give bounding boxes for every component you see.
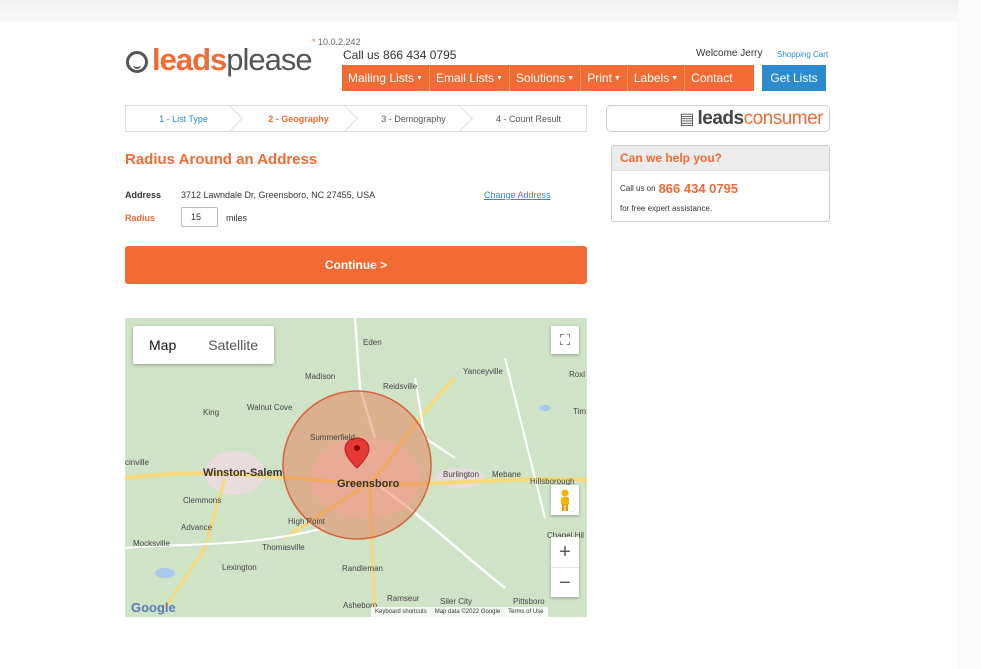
help-callus-text: Call us on <box>620 184 656 193</box>
help-phone[interactable]: 866 434 0795 <box>659 181 739 196</box>
scrollbar-track[interactable] <box>958 0 981 669</box>
map-label-randleman: Randleman <box>342 564 383 573</box>
ip-value: 10.0.2.242 <box>318 37 361 47</box>
map-label-advance: Advance <box>181 523 213 532</box>
document-icon: ▤ <box>679 110 695 128</box>
zoom-control: + − <box>551 537 579 597</box>
ip-star: * <box>312 37 316 47</box>
step-list-type[interactable]: 1 - List Type <box>126 106 241 131</box>
road-east <box>504 357 546 519</box>
map-label-madison: Madison <box>305 372 336 381</box>
nav-label: Solutions <box>515 71 566 85</box>
logo-leads: leads <box>152 42 227 77</box>
nav-print[interactable]: Print ▼ <box>581 65 628 91</box>
map-label-mocksville: Mocksville <box>133 539 170 548</box>
help-title: Can we help you? <box>612 146 829 171</box>
lake <box>539 405 551 411</box>
get-lists-button[interactable]: Get Lists <box>762 65 826 91</box>
map-label-summerfield: Summerfield <box>310 433 355 442</box>
map-label-tim: Tim <box>573 407 587 416</box>
map-label-walnut-cove: Walnut Cove <box>247 403 293 412</box>
continue-button[interactable]: Continue > <box>125 246 587 284</box>
map-data-text: Map data ©2022 Google <box>434 609 501 615</box>
zoom-out-icon[interactable]: − <box>551 568 579 598</box>
map-label-lexington: Lexington <box>222 563 257 572</box>
map-label-ramseur: Ramseur <box>387 594 420 603</box>
header-callus: Call us 866 434 0795 <box>343 48 457 62</box>
terms-of-use-link[interactable]: Terms of Use <box>508 609 543 615</box>
caret-down-icon: ▼ <box>567 74 575 82</box>
fullscreen-icon[interactable]: ⛶ <box>551 326 579 354</box>
pegman-icon[interactable] <box>551 485 579 515</box>
leadsconsumer-banner[interactable]: ▤ leadsconsumer <box>606 105 830 132</box>
nav-email-lists[interactable]: Email Lists ▼ <box>430 65 510 91</box>
help-assistance: for free expert assistance. <box>620 204 713 213</box>
caret-down-icon: ▼ <box>495 74 503 82</box>
map-type-satellite-button[interactable]: Satellite <box>192 326 274 364</box>
logo-text: leadsplease <box>152 42 313 78</box>
map-type-map-button[interactable]: Map <box>133 326 192 364</box>
nav-label: Mailing Lists <box>348 71 415 85</box>
map-label-siler-city: Siler City <box>440 597 473 606</box>
ip-address: * 10.0.2.242 <box>312 37 361 47</box>
consumer-leads: leads <box>697 107 744 129</box>
map-label-cinville: cinville <box>125 458 150 467</box>
keyboard-shortcuts-link[interactable]: Keyboard shortcuts <box>375 609 427 615</box>
change-address-link[interactable]: Change Address <box>484 190 551 200</box>
caret-down-icon: ▼ <box>671 74 679 82</box>
map-label-winston-salem: Winston-Salem <box>203 467 283 479</box>
map-attribution: Keyboard shortcuts Map data ©2022 Google… <box>371 607 548 617</box>
caret-down-icon: ▼ <box>416 74 423 82</box>
nav-label: Email Lists <box>435 71 494 85</box>
address-value: 3712 Lawndale Dr, Greensboro, NC 27455, … <box>181 190 376 200</box>
step-geography[interactable]: 2 - Geography <box>241 106 356 131</box>
map-label-burlington: Burlington <box>443 470 480 479</box>
map-label-greensboro: Greensboro <box>337 478 400 490</box>
step-count-result[interactable]: 4 - Count Result <box>471 106 586 131</box>
map-label-reidsville: Reidsville <box>383 382 418 391</box>
zoom-in-icon[interactable]: + <box>551 537 579 568</box>
browser-top-strip <box>0 0 981 22</box>
map-label-roxl: Roxl <box>569 370 586 379</box>
map-label-thomasville: Thomasville <box>262 543 305 552</box>
nav-label: Contact <box>691 71 733 85</box>
nav-label: Print <box>587 71 612 85</box>
miles-unit: miles <box>226 213 248 223</box>
google-map[interactable]: Eden Madison Reidsville Yanceyville Roxl… <box>125 318 587 617</box>
main-nav: Mailing Lists ▼ Email Lists ▼ Solutions ▼ P… <box>342 65 754 91</box>
help-callus: Call us on 866 434 0795 <box>620 181 738 196</box>
help-box: Can we help you? Call us on 866 434 0795 … <box>611 145 830 222</box>
map-label-clemmons: Clemmons <box>183 496 222 505</box>
map-label-yanceyville: Yanceyville <box>463 367 503 376</box>
caret-down-icon: ▼ <box>613 74 621 82</box>
map-label-eden: Eden <box>363 338 382 347</box>
step-demography[interactable]: 3 - Demography <box>356 106 471 131</box>
logo-please: please <box>226 42 312 77</box>
google-logo[interactable]: Google <box>131 600 176 615</box>
map-label-mebane: Mebane <box>492 470 521 479</box>
logo-smile-icon <box>126 51 148 73</box>
leadsplease-logo[interactable]: leadsplease <box>126 40 313 80</box>
welcome-text: Welcome Jerry <box>696 48 763 59</box>
map-label-high-point: High Point <box>288 517 325 526</box>
consumer-consumer: consumer <box>743 107 824 129</box>
map-label-king: King <box>203 408 220 417</box>
wizard-steps: 1 - List Type 2 - Geography 3 - Demograp… <box>125 105 587 132</box>
nav-contact[interactable]: Contact <box>685 65 738 91</box>
shopping-cart-link[interactable]: Shopping Cart <box>777 50 828 59</box>
radius-label: Radius <box>125 213 156 223</box>
map-label-pittsboro: Pittsboro <box>513 597 545 606</box>
nav-labels[interactable]: Labels ▼ <box>628 65 686 91</box>
nav-mailing-lists[interactable]: Mailing Lists ▼ <box>342 65 430 91</box>
page-title: Radius Around an Address <box>125 151 318 168</box>
lake <box>155 568 175 578</box>
nav-solutions[interactable]: Solutions ▼ <box>510 65 582 91</box>
map-type-control: Map Satellite <box>133 326 275 364</box>
address-label: Address <box>125 190 162 200</box>
leadsconsumer-logo: leadsconsumer <box>697 108 823 130</box>
nav-label: Labels <box>633 71 670 85</box>
radius-input[interactable] <box>181 207 218 227</box>
